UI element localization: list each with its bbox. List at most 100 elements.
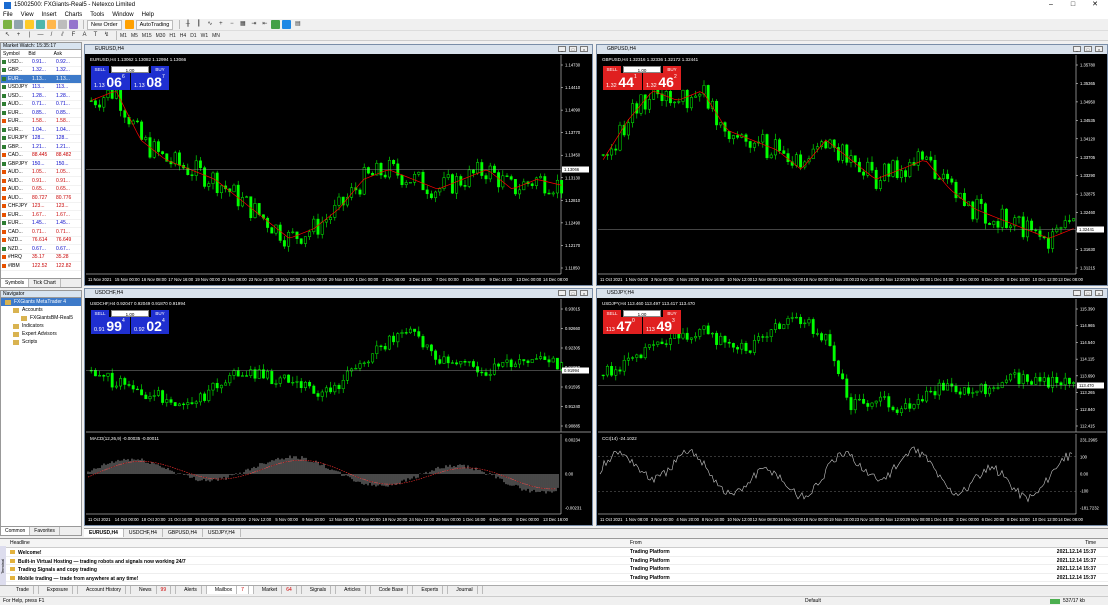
label-icon[interactable]: T (91, 31, 100, 40)
market-watch-row[interactable]: #HRQ 35.17 35.28 (1, 254, 81, 262)
sell-price-box[interactable]: 1.13 066 (91, 73, 130, 90)
horizontal-line-icon[interactable]: — (36, 31, 45, 40)
menu-help[interactable]: Help (142, 12, 154, 18)
buy-price-box[interactable]: 1.32 462 (643, 73, 681, 90)
buy-price-box[interactable]: 0.92 024 (131, 317, 169, 334)
channel-icon[interactable]: ⫽ (58, 31, 67, 40)
chart-caption[interactable]: EURUSD,H4 _ □ × (85, 45, 592, 54)
metaeditor-icon[interactable] (124, 20, 134, 29)
sell-button[interactable]: SELL (91, 310, 109, 317)
mail-row[interactable]: Built-in Virtual Hosting — trading robot… (0, 557, 1108, 565)
bar-chart-icon[interactable]: ╫ (183, 20, 192, 29)
timeframe-m30[interactable]: M30 (156, 33, 166, 39)
market-watch-row[interactable]: AUD... 0.91... 0.91... (1, 177, 81, 186)
timeframe-m15[interactable]: M15 (142, 33, 152, 39)
tile-windows-icon[interactable]: ▦ (238, 20, 247, 29)
market-watch-row[interactable]: NZD... 0.67... 0.67... (1, 245, 81, 254)
market-watch-row[interactable]: GBPJPY 150... 150... (1, 160, 81, 169)
terminal-icon[interactable] (58, 20, 67, 29)
navigator-item[interactable]: Expert Advisors (1, 330, 81, 338)
chart-window-usdjpy[interactable]: USDJPY,H4 _ □ × USDJPY,H4 113.460 113.497 11… (596, 288, 1108, 526)
col-symbol[interactable]: Symbol (3, 51, 28, 57)
navigator-icon[interactable] (47, 20, 56, 29)
market-watch-row[interactable]: CAD... 0.71... 0.71... (1, 228, 81, 237)
menu-tools[interactable]: Tools (90, 12, 104, 18)
chart-close-button[interactable]: × (580, 46, 588, 52)
terminal-tab-exposure[interactable]: Exposure (39, 586, 79, 594)
cursor-icon[interactable]: ↖ (3, 31, 12, 40)
buy-button[interactable]: BUY (663, 310, 681, 317)
terminal-tab-journal[interactable]: Journal (448, 586, 483, 594)
new-order-button[interactable]: New Order (87, 19, 122, 30)
chart-tab-usdjpy[interactable]: USDJPY,H4 (203, 529, 241, 537)
market-watch-row[interactable]: AUD... 0.71... 0.71... (1, 101, 81, 109)
terminal-tab-code-base[interactable]: Code Base (371, 586, 414, 594)
sell-button[interactable]: SELL (91, 66, 109, 73)
market-watch-row[interactable]: EUR... 1.13... 1.13... (1, 75, 81, 84)
autoscroll-icon[interactable]: ⇥ (249, 20, 258, 29)
chart-close-button[interactable]: × (580, 290, 588, 296)
periods-icon[interactable] (282, 20, 292, 29)
market-watch-row[interactable]: GBP... 1.21... 1.21... (1, 143, 81, 152)
mail-row[interactable]: Mobile trading — trade from anywhere at … (0, 574, 1108, 582)
terminal-tab-articles[interactable]: Articles (336, 586, 371, 594)
terminal-tab-news[interactable]: News 99 (131, 586, 177, 594)
buy-price-box[interactable]: 1.13 087 (131, 73, 169, 90)
timeframe-mn[interactable]: MN (212, 33, 220, 39)
chart-tab-gbpusd[interactable]: GBPUSD,H4 (163, 529, 203, 537)
chart-minimize-button[interactable]: _ (1073, 46, 1081, 52)
menu-window[interactable]: Window (112, 12, 133, 18)
market-watch-row[interactable]: EUR... 1.04... 1.04... (1, 126, 81, 135)
sell-button[interactable]: SELL (603, 66, 621, 73)
terminal-tab-mailbox[interactable]: Mailbox 7 (206, 586, 254, 594)
market-watch-row[interactable]: NZD... 76.614 76.649 (1, 237, 81, 245)
data-window-icon[interactable] (36, 20, 45, 29)
navigator-item[interactable]: Scripts (1, 338, 81, 346)
tab-tick-chart[interactable]: Tick Chart (29, 279, 61, 287)
chart-maximize-button[interactable]: □ (1084, 46, 1092, 52)
market-watch-row[interactable]: EUR... 1.45... 1.45... (1, 220, 81, 228)
lot-size-input[interactable]: 1.00 (111, 310, 149, 317)
menu-file[interactable]: File (3, 12, 13, 18)
terminal-tab-alerts[interactable]: Alerts (176, 586, 207, 594)
lot-size-input[interactable]: 1.00 (623, 66, 661, 73)
timeframe-d1[interactable]: D1 (190, 33, 196, 39)
mail-row[interactable]: Welcome! Trading Platform 2021.12.14 15:37 (0, 548, 1108, 557)
line-chart-icon[interactable]: ∿ (205, 20, 214, 29)
market-watch-row[interactable]: USDJPY 113... 113... (1, 84, 81, 92)
minimize-button[interactable]: – (1040, 0, 1062, 10)
col-headline[interactable]: Headline (0, 539, 630, 547)
sell-price-box[interactable]: 1.32 441 (603, 73, 642, 90)
navigator-item[interactable]: Accounts (1, 306, 81, 314)
terminal-tab-experts[interactable]: Experts (413, 586, 449, 594)
col-from[interactable]: From (630, 539, 1030, 547)
indicators-icon[interactable] (271, 20, 281, 29)
sell-price-box[interactable]: 113 470 (603, 317, 642, 334)
terminal-tab-trade[interactable]: Trade (8, 586, 39, 594)
tab-common[interactable]: Common (1, 527, 31, 535)
autotrading-button[interactable]: AutoTrading (135, 19, 174, 30)
maximize-button[interactable]: □ (1062, 0, 1084, 10)
market-watch-row[interactable]: #IBM 122.52 122.82 (1, 262, 81, 271)
fibo-icon[interactable]: F (69, 31, 78, 40)
timeframe-w1[interactable]: W1 (201, 33, 209, 39)
chart-tab-usdchf[interactable]: USDCHF,H4 (124, 529, 163, 537)
zoom-out-icon[interactable]: − (227, 20, 236, 29)
terminal-tab-account-history[interactable]: Account History (78, 586, 132, 594)
chart-caption[interactable]: USDCHF,H4 _ □ × (85, 289, 592, 298)
status-profile[interactable]: Default (805, 598, 1050, 604)
lot-size-input[interactable]: 1.00 (623, 310, 661, 317)
strategy-tester-icon[interactable] (69, 20, 78, 29)
text-icon[interactable]: A (80, 31, 89, 40)
chart-close-button[interactable]: × (1095, 46, 1103, 52)
market-watch-row[interactable]: USD... 0.91... 0.92... (1, 58, 81, 67)
terminal-tab-signals[interactable]: Signals (302, 586, 337, 594)
menu-charts[interactable]: Charts (65, 12, 83, 18)
market-watch-row[interactable]: AUD... 1.05... 1.05... (1, 169, 81, 177)
chart-window-eurusd[interactable]: EURUSD,H4 _ □ × EURUSD,H4 1.13062 1.13082 1.… (84, 44, 593, 286)
chart-shift-icon[interactable]: ⇤ (260, 20, 269, 29)
new-chart-icon[interactable] (3, 20, 12, 29)
chart-window-gbpusd[interactable]: GBPUSD,H4 _ □ × GBPUSD,H4 1.32316 1.32336 1.… (596, 44, 1108, 286)
market-watch-row[interactable]: EUR... 1.67... 1.67... (1, 211, 81, 220)
sell-button[interactable]: SELL (603, 310, 621, 317)
